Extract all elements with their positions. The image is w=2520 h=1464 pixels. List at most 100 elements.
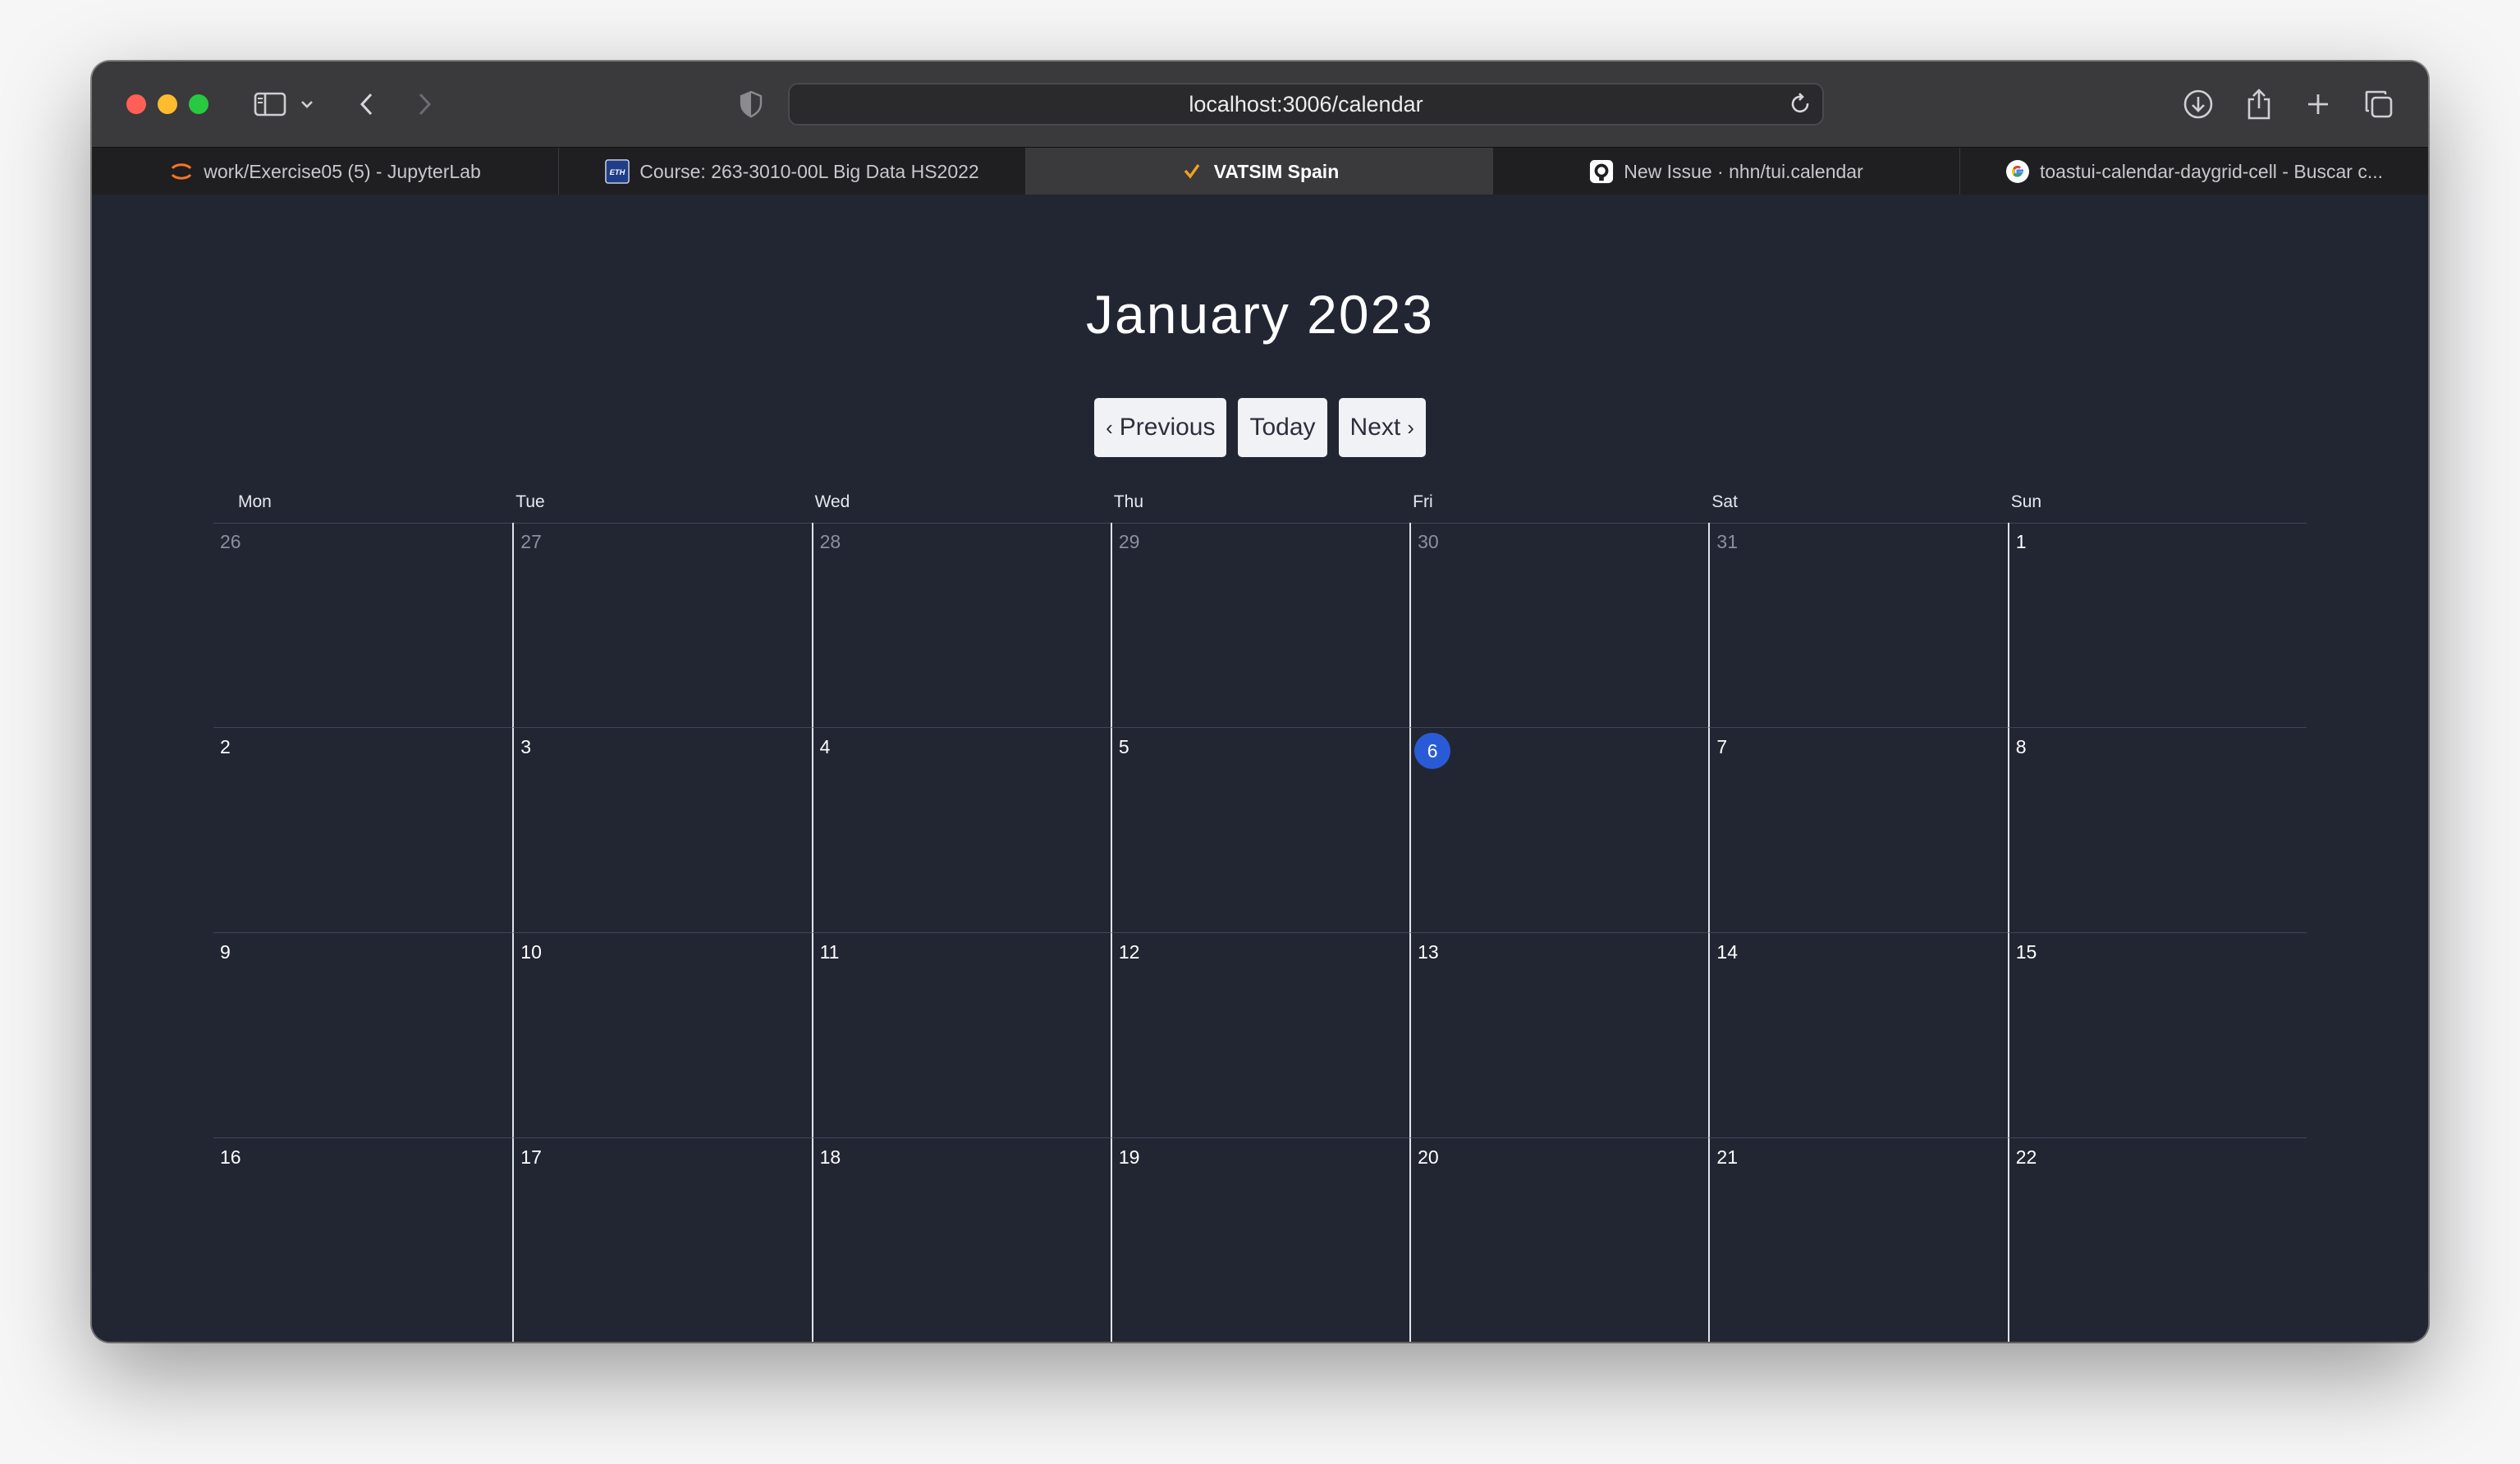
day-cell[interactable]: 28 <box>811 523 1111 728</box>
day-cell[interactable]: 5 <box>1110 728 1410 933</box>
vatsim-icon <box>1180 159 1204 184</box>
day-number: 31 <box>1716 531 1739 552</box>
reload-icon[interactable] <box>1789 93 1812 120</box>
svg-text:ETH: ETH <box>610 168 625 176</box>
eth-icon: ETH <box>605 159 630 184</box>
day-number: 26 <box>220 531 241 552</box>
day-cell[interactable]: 20 <box>1409 1138 1708 1342</box>
day-number: 22 <box>2015 1146 2037 1168</box>
day-cell[interactable]: 18 <box>811 1138 1111 1342</box>
minimize-window-button[interactable] <box>158 94 177 114</box>
tab-google-search[interactable]: toastui-calendar-daygrid-cell - Buscar c… <box>1960 148 2428 195</box>
day-number: 30 <box>1418 531 1439 552</box>
day-number: 15 <box>2015 941 2037 963</box>
day-cell[interactable]: 8 <box>2007 728 2307 933</box>
next-button[interactable]: Next › <box>1338 398 1426 457</box>
jupyter-icon <box>169 159 194 184</box>
day-number: 29 <box>1118 531 1140 552</box>
tab-label: New Issue · nhn/tui.calendar <box>1624 160 1863 182</box>
day-number: 1 <box>2015 531 2027 552</box>
tab-label: VATSIM Spain <box>1213 160 1340 182</box>
tab-label: Course: 263-3010-00L Big Data HS2022 <box>639 160 979 182</box>
weekday-label: Thu <box>1113 492 1144 511</box>
day-cell[interactable]: 11 <box>811 933 1111 1138</box>
day-number: 2 <box>220 736 231 757</box>
day-number: 3 <box>520 736 532 757</box>
weekday-label: Fri <box>1413 492 1433 511</box>
previous-button[interactable]: ‹ Previous <box>1094 398 1227 457</box>
tab-eth-course[interactable]: ETH Course: 263-3010-00L Big Data HS2022 <box>559 148 1026 195</box>
day-cell[interactable]: 31 <box>1708 523 2008 728</box>
back-icon[interactable] <box>355 86 379 122</box>
day-cell[interactable]: 10 <box>512 933 812 1138</box>
address-bar[interactable]: localhost:3006/calendar <box>788 83 1824 126</box>
day-number: 10 <box>520 941 542 963</box>
day-cell[interactable]: 26 <box>213 523 513 728</box>
sidebar-toggle-icon[interactable] <box>251 86 289 122</box>
day-cell[interactable]: 9 <box>213 933 513 1138</box>
browser-toolbar: localhost:3006/calendar <box>92 62 2428 147</box>
github-icon <box>1589 159 1614 184</box>
google-icon <box>2005 159 2030 184</box>
weekday-label: Sat <box>1711 492 1738 511</box>
tab-overview-icon[interactable] <box>2362 86 2395 122</box>
day-number: 18 <box>819 1146 841 1168</box>
today-label: Today <box>1249 414 1316 441</box>
day-cell[interactable]: 1 <box>2007 523 2307 728</box>
day-number: 4 <box>819 736 831 757</box>
tab-vatsim-spain[interactable]: VATSIM Spain <box>1026 148 1493 195</box>
day-cell[interactable]: 3 <box>512 728 812 933</box>
day-cell[interactable]: 21 <box>1708 1138 2007 1342</box>
day-cell[interactable]: 2 <box>213 728 513 933</box>
close-window-button[interactable] <box>126 94 146 114</box>
chevron-right-icon: › <box>1407 414 1414 440</box>
weekday-header: Mon Tue Wed Thu Fri Sat Sun <box>213 482 2307 524</box>
previous-label: Previous <box>1119 414 1216 441</box>
browser-window: localhost:3006/calendar work/Exercise05 … <box>92 62 2428 1342</box>
zoom-window-button[interactable] <box>189 94 208 114</box>
day-cell[interactable]: 27 <box>512 523 812 728</box>
day-number: 12 <box>1118 941 1140 963</box>
tab-bar: work/Exercise05 (5) - JupyterLab ETH Cou… <box>92 147 2428 195</box>
tab-label: work/Exercise05 (5) - JupyterLab <box>204 160 481 182</box>
day-number: 6 <box>1414 733 1451 769</box>
day-cell[interactable]: 13 <box>1409 933 1709 1138</box>
tab-jupyterlab[interactable]: work/Exercise05 (5) - JupyterLab <box>92 148 559 195</box>
day-number: 19 <box>1118 1146 1140 1168</box>
url-text[interactable]: localhost:3006/calendar <box>790 85 1822 124</box>
tab-github-issue[interactable]: New Issue · nhn/tui.calendar <box>1493 148 1960 195</box>
page-content: January 2023 ‹ Previous Today Next › Mon… <box>92 194 2428 1342</box>
new-tab-icon[interactable] <box>2303 86 2333 122</box>
day-number: 16 <box>220 1146 241 1168</box>
day-cell[interactable]: 29 <box>1110 523 1410 728</box>
day-cell[interactable]: 30 <box>1409 523 1709 728</box>
chevron-down-icon[interactable] <box>297 86 317 122</box>
downloads-icon[interactable] <box>2180 86 2216 122</box>
month-title: January 2023 <box>1086 284 1434 345</box>
chevron-left-icon: ‹ <box>1106 414 1113 440</box>
day-cell[interactable]: 4 <box>811 728 1111 933</box>
next-label: Next <box>1349 414 1401 441</box>
day-cell[interactable]: 16 <box>213 1138 512 1342</box>
today-button[interactable]: Today <box>1238 398 1327 457</box>
day-cell[interactable]: 17 <box>512 1138 811 1342</box>
day-number: 21 <box>1716 1146 1739 1168</box>
day-cell[interactable]: 19 <box>1110 1138 1409 1342</box>
day-number: 27 <box>520 531 542 552</box>
day-number: 8 <box>2015 736 2027 757</box>
day-cell[interactable]: 15 <box>2007 933 2307 1138</box>
share-icon[interactable] <box>2243 86 2275 122</box>
forward-icon[interactable] <box>412 86 437 122</box>
day-cell[interactable]: 14 <box>1708 933 2008 1138</box>
day-cell[interactable]: 7 <box>1708 728 2008 933</box>
day-number: 5 <box>1118 736 1129 757</box>
weekday-label: Sun <box>2010 492 2042 511</box>
privacy-shield-icon[interactable] <box>737 86 765 122</box>
day-cell[interactable]: 22 <box>2007 1138 2307 1342</box>
day-cell-today[interactable]: 6 <box>1409 728 1709 933</box>
day-number: 17 <box>520 1146 542 1168</box>
day-number: 9 <box>220 941 231 963</box>
day-cell[interactable]: 12 <box>1110 933 1410 1138</box>
tab-label: toastui-calendar-daygrid-cell - Buscar c… <box>2040 160 2383 182</box>
day-number: 11 <box>819 941 840 963</box>
